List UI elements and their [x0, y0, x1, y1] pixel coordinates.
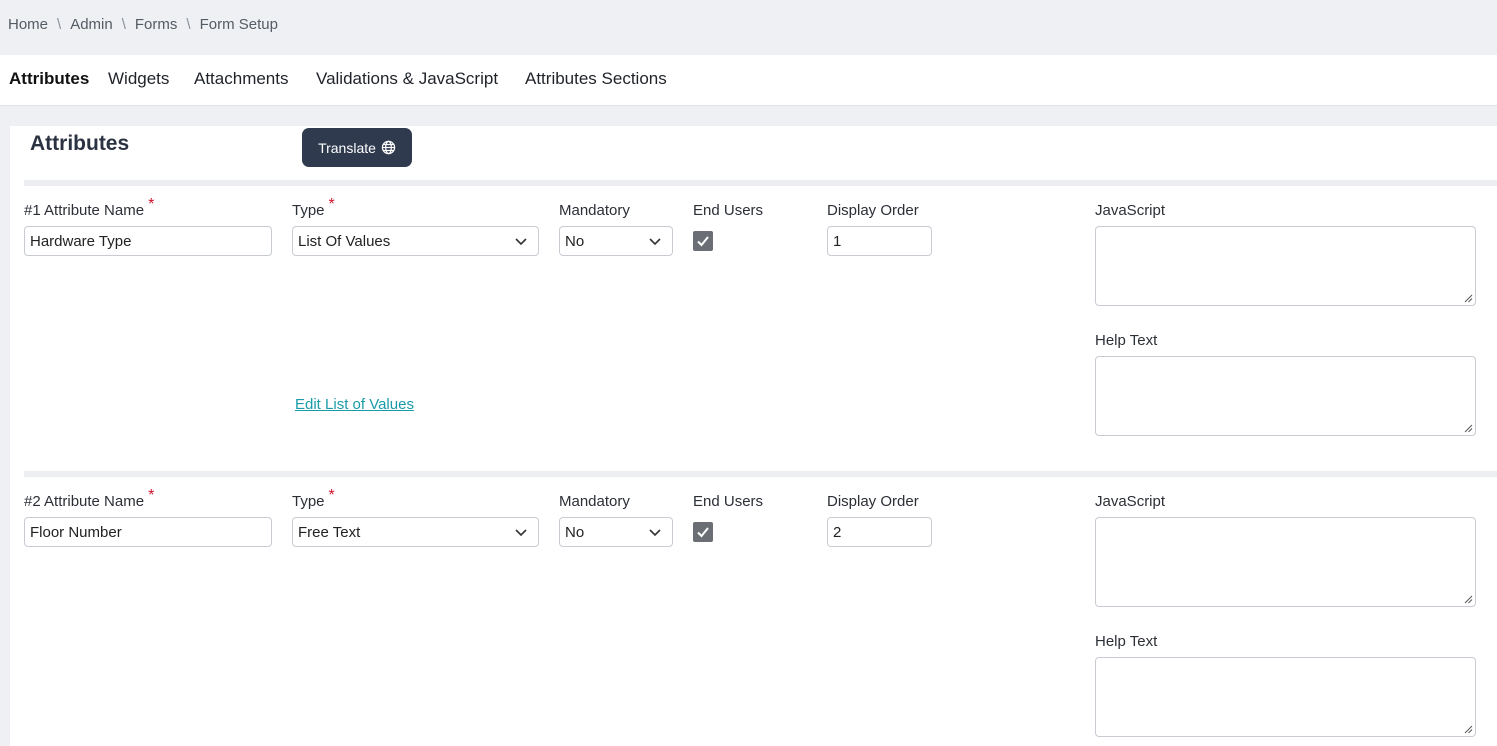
section-divider — [24, 180, 1497, 186]
help-text-label: Help Text — [1095, 332, 1158, 349]
attribute-name-label: #2 Attribute Name * — [24, 487, 155, 510]
page-title: Attributes — [30, 132, 130, 155]
chevron-down-icon — [515, 529, 527, 537]
end-users-checkbox[interactable] — [693, 231, 713, 251]
resize-handle-icon[interactable] — [1463, 423, 1473, 433]
resize-handle-icon[interactable] — [1463, 724, 1473, 734]
javascript-textarea[interactable] — [1095, 226, 1476, 306]
breadcrumb-separator: \ — [121, 15, 126, 33]
display-order-input[interactable]: 1 — [827, 226, 932, 256]
globe-icon — [381, 140, 396, 155]
tab-attributes[interactable]: Attributes — [9, 69, 89, 89]
breadcrumb-admin[interactable]: Admin — [70, 16, 113, 33]
breadcrumb-form-setup[interactable]: Form Setup — [200, 16, 278, 33]
mandatory-label: Mandatory — [559, 493, 630, 510]
tab-validations-javascript[interactable]: Validations & JavaScript — [316, 69, 498, 89]
attributes-panel: Attributes Translate #1 Attribute Name * … — [10, 126, 1497, 746]
breadcrumb: Home \ Admin \ Forms \ Form Setup — [8, 14, 278, 34]
edit-list-of-values-link[interactable]: Edit List of Values — [295, 396, 414, 413]
mandatory-label: Mandatory — [559, 202, 630, 219]
translate-button-label: Translate — [318, 139, 376, 156]
display-order-label: Display Order — [827, 202, 919, 219]
breadcrumb-home[interactable]: Home — [8, 16, 48, 33]
section-divider — [24, 471, 1497, 477]
tab-attachments[interactable]: Attachments — [194, 69, 289, 89]
type-select[interactable]: List Of Values — [292, 226, 539, 256]
help-text-label: Help Text — [1095, 633, 1158, 650]
type-label: Type * — [292, 196, 335, 219]
attribute-name-input[interactable]: Floor Number — [24, 517, 272, 547]
resize-handle-icon[interactable] — [1463, 594, 1473, 604]
end-users-label: End Users — [693, 493, 764, 510]
tab-widgets[interactable]: Widgets — [108, 69, 169, 89]
resize-handle-icon[interactable] — [1463, 293, 1473, 303]
attribute-name-label: #1 Attribute Name * — [24, 196, 155, 219]
chevron-down-icon — [649, 529, 661, 537]
type-label: Type * — [292, 487, 335, 510]
mandatory-select[interactable]: No — [559, 226, 673, 256]
chevron-down-icon — [515, 238, 527, 246]
chevron-down-icon — [649, 238, 661, 246]
required-mark: * — [328, 196, 335, 213]
tab-bar: Attributes Widgets Attachments Validatio… — [0, 55, 1497, 106]
required-mark: * — [148, 196, 155, 213]
javascript-label: JavaScript — [1095, 493, 1166, 510]
end-users-checkbox[interactable] — [693, 522, 713, 542]
javascript-textarea[interactable] — [1095, 517, 1476, 607]
breadcrumb-separator: \ — [57, 15, 62, 33]
javascript-label: JavaScript — [1095, 202, 1166, 219]
attribute-name-input[interactable]: Hardware Type — [24, 226, 272, 256]
display-order-input[interactable]: 2 — [827, 517, 932, 547]
required-mark: * — [328, 487, 335, 504]
type-select[interactable]: Free Text — [292, 517, 539, 547]
display-order-label: Display Order — [827, 493, 919, 510]
tab-attributes-sections[interactable]: Attributes Sections — [525, 69, 667, 89]
translate-button[interactable]: Translate — [302, 128, 412, 167]
help-text-textarea[interactable] — [1095, 356, 1476, 436]
check-icon — [697, 236, 709, 247]
breadcrumb-forms[interactable]: Forms — [135, 16, 178, 33]
required-mark: * — [148, 487, 155, 504]
check-icon — [697, 527, 709, 538]
end-users-label: End Users — [693, 202, 764, 219]
help-text-textarea[interactable] — [1095, 657, 1476, 737]
mandatory-select[interactable]: No — [559, 517, 673, 547]
breadcrumb-separator: \ — [186, 15, 191, 33]
